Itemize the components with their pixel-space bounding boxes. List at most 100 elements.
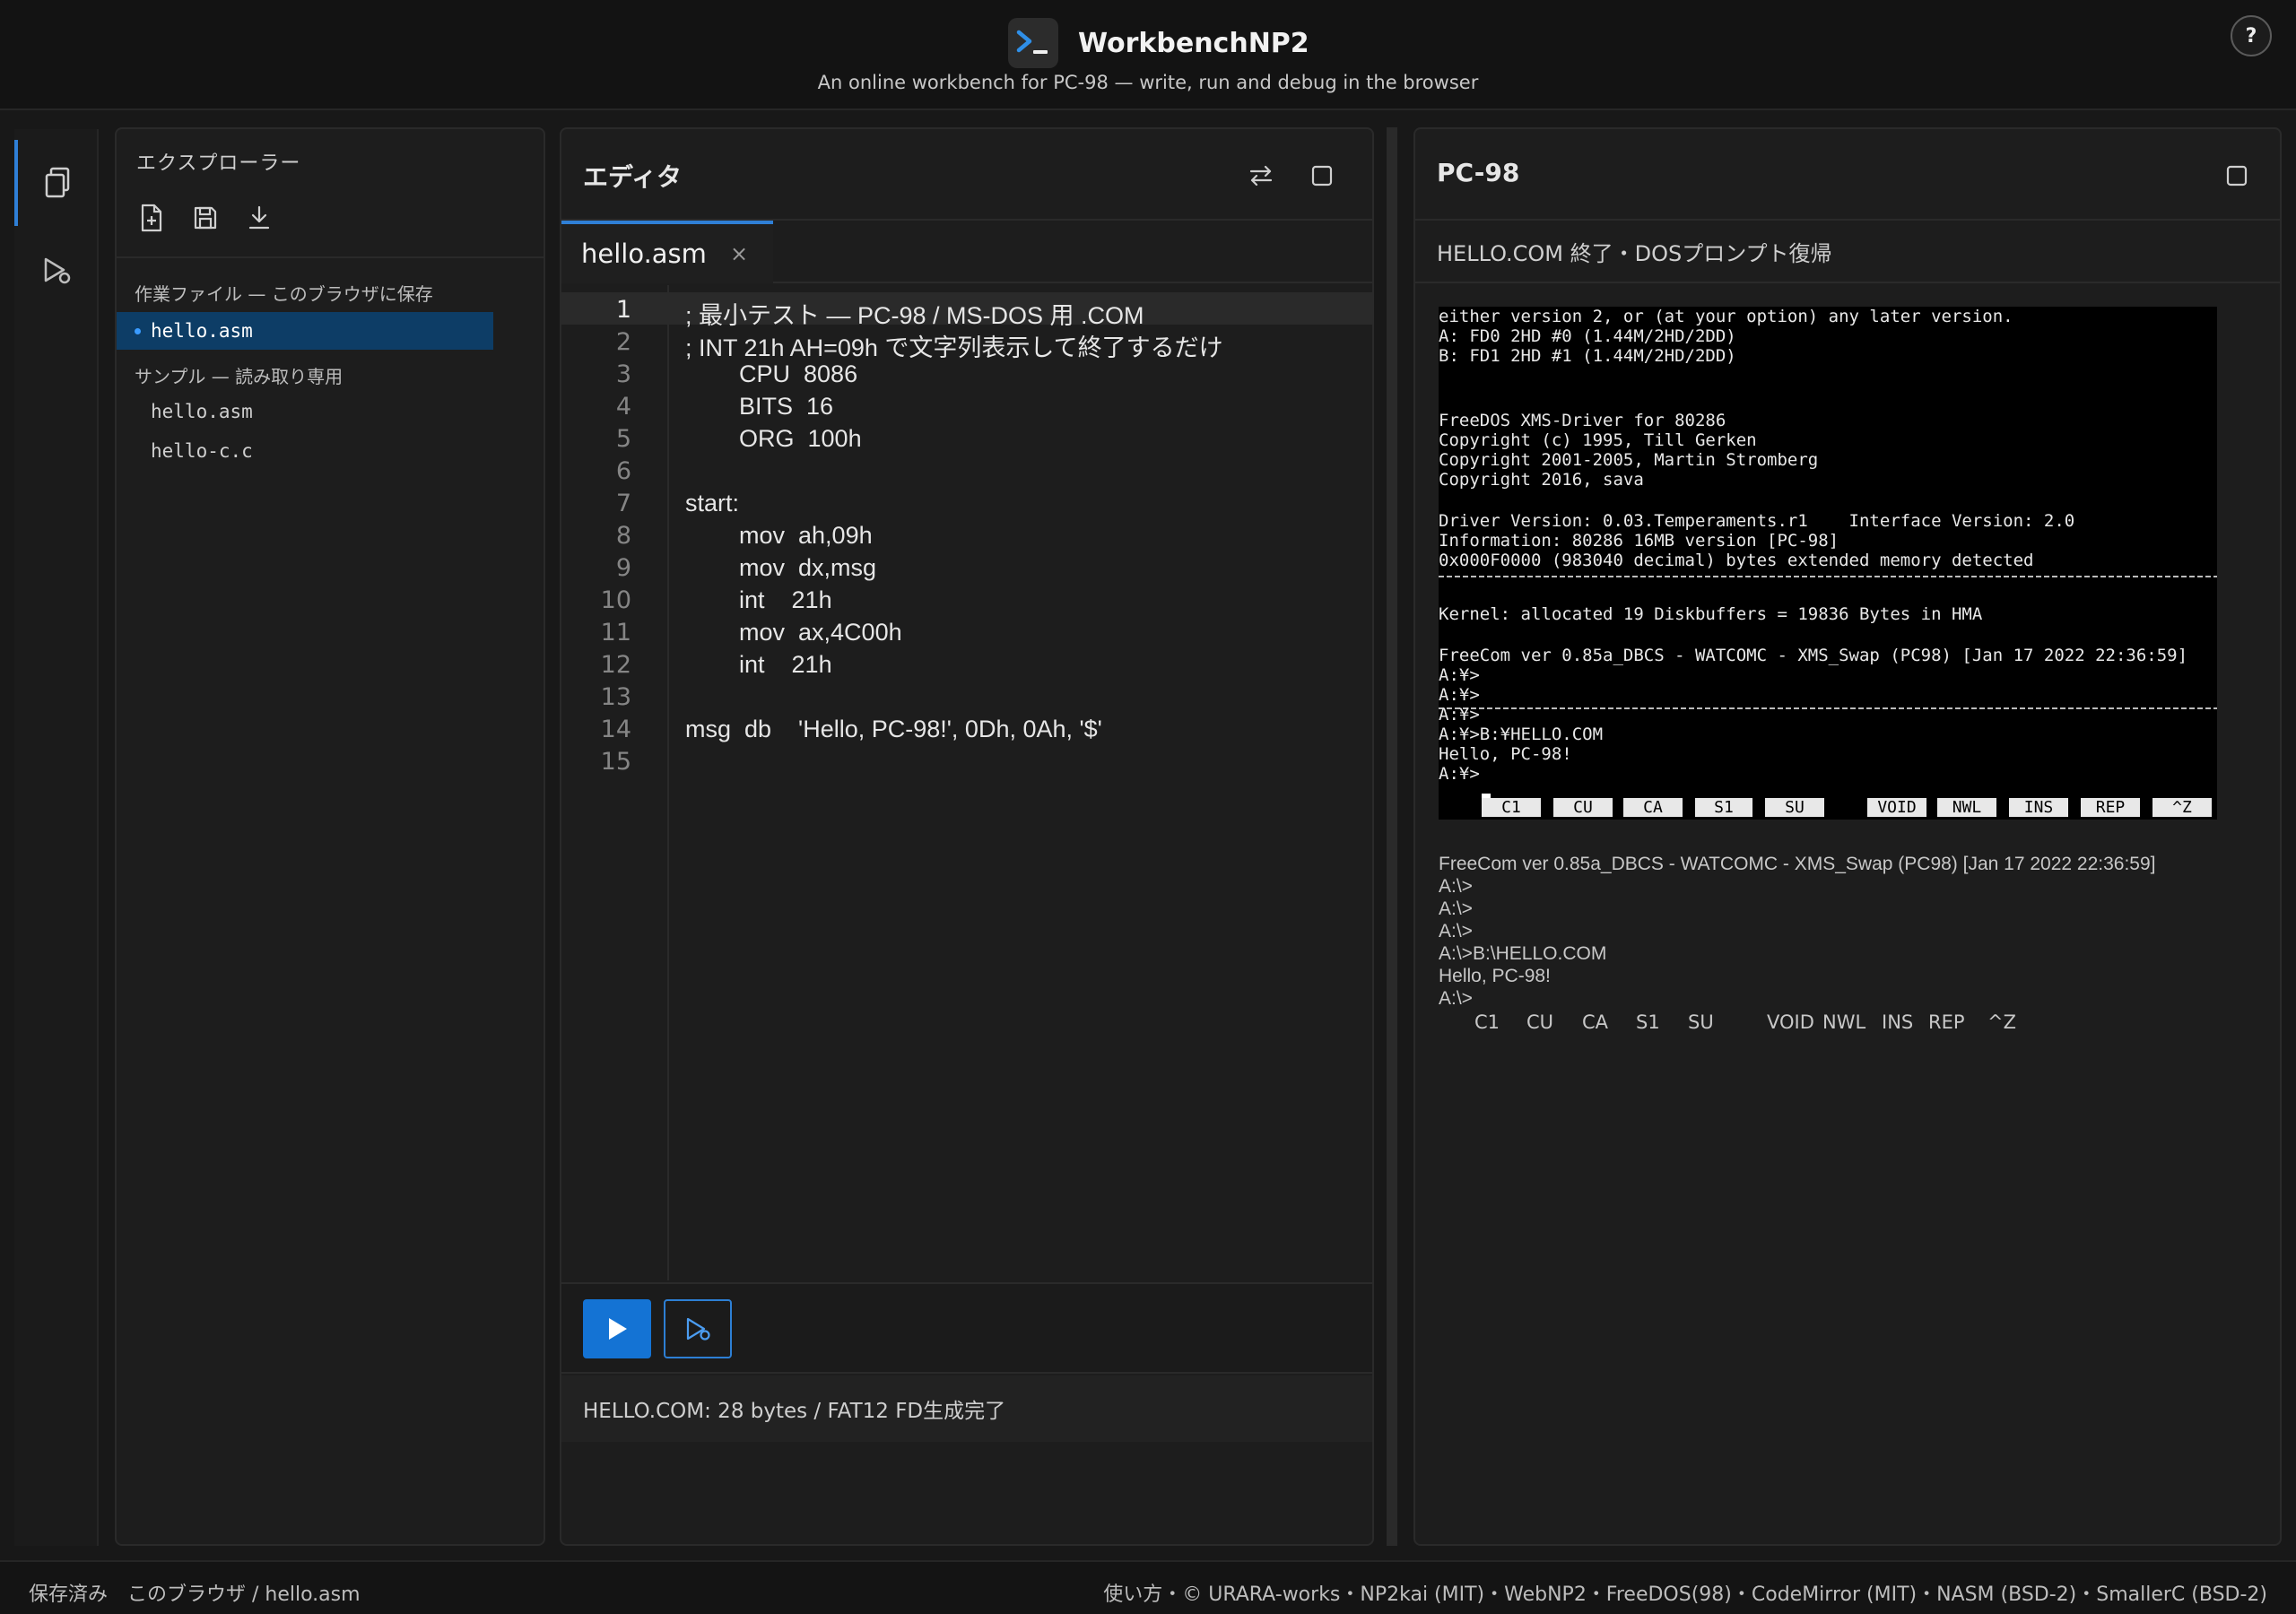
pc98-title: PC-98 — [1437, 158, 1520, 187]
screen-line: A:¥> — [1439, 685, 1480, 705]
screen-line: FreeDOS XMS-Driver for 80286 — [1439, 411, 1726, 430]
run-button[interactable] — [583, 1299, 651, 1358]
line-number: 4 — [615, 393, 631, 421]
code-line: mov ah,09h — [685, 522, 873, 549]
sample-files-heading: サンプル — 読み取り専用 — [135, 366, 344, 387]
screen-rule — [1439, 576, 2217, 577]
save-file-button[interactable] — [190, 203, 221, 233]
explorer-divider — [117, 256, 545, 258]
brand: WorkbenchNP2 — [1008, 18, 1309, 68]
new-file-button[interactable] — [136, 203, 167, 233]
status-bar: 保存済み このブラウザ / hello.asm 使い方・© URARA-work… — [0, 1560, 2296, 1614]
app-header: WorkbenchNP2 An online workbench for PC-… — [0, 0, 2296, 110]
function-key-label: SU — [1765, 798, 1824, 817]
tab-close-icon[interactable]: × — [730, 241, 748, 266]
log-fkey-label: SU — [1688, 1011, 1714, 1033]
pc98-screen[interactable]: either version 2, or (at your option) an… — [1439, 307, 2217, 820]
explorer-panel: エクスプローラー 作業ファイル — このブラウザに保存 hello.asm サン… — [115, 127, 545, 1546]
screen-line: A: FD0 2HD #0 (1.44M/2HD/2DD) — [1439, 326, 1736, 346]
screen-line: 0x000F0000 (983040 decimal) bytes extend… — [1439, 551, 2034, 570]
code-line: int 21h — [685, 651, 832, 678]
screen-line: A:¥> — [1439, 665, 1480, 685]
line-number: 7 — [615, 490, 631, 517]
line-number: 15 — [600, 748, 631, 776]
code-editor[interactable]: ; 最小テスト — PC-98 / MS-DOS 用 .COM ; INT 21h… — [669, 285, 1372, 1280]
screen-line: Driver Version: 0.03.Temperaments.r1 Int… — [1439, 511, 2075, 531]
maximize-icon — [2226, 165, 2248, 187]
screen-line: Copyright 2016, sava — [1439, 470, 1644, 490]
screen-line: A:¥> — [1439, 705, 1480, 725]
log-line: A:\> — [1439, 921, 1473, 941]
files-icon — [45, 167, 70, 198]
maximize-icon — [1311, 165, 1333, 187]
code-line: mov dx,msg — [685, 554, 877, 581]
code-line: ; 最小テスト — PC-98 / MS-DOS 用 .COM — [685, 302, 1144, 329]
help-button[interactable]: ? — [2231, 15, 2272, 56]
save-state: 保存済み このブラウザ / hello.asm — [29, 1584, 361, 1606]
code-line: msg db 'Hello, PC-98!', 0Dh, 0Ah, '$' — [685, 716, 1102, 742]
line-number: 2 — [615, 328, 631, 356]
log-fkey-label: ^Z — [1987, 1011, 2016, 1033]
log-line: FreeCom ver 0.85a_DBCS - WATCOMC - XMS_S… — [1439, 854, 2156, 874]
line-number-gutter: 1 2 3 4 5 6 7 8 9 10 11 12 13 14 15 — [561, 285, 669, 1280]
build-status: HELLO.COM: 28 bytes / FAT12 FD生成完了 — [561, 1375, 1372, 1442]
run-toolbar — [561, 1282, 1372, 1374]
code-line: ORG 100h — [685, 425, 862, 452]
screen-rule — [1439, 707, 2217, 709]
function-key-label: S1 — [1695, 798, 1752, 817]
screen-line: Information: 80286 16MB version [PC-98] — [1439, 531, 1839, 551]
maximize-editor-button[interactable] — [1304, 158, 1340, 194]
log-line: A:\> — [1439, 898, 1473, 919]
line-number: 5 — [615, 425, 631, 453]
credits[interactable]: 使い方・© URARA-works・NP2kai (MIT)・WebNP2・Fr… — [1103, 1578, 2267, 1607]
code-line: int 21h — [685, 586, 832, 613]
function-key-label: C1 — [1482, 798, 1541, 817]
tab-label: hello.asm — [581, 239, 707, 269]
maximize-pc98-button[interactable] — [2219, 158, 2255, 194]
code-line: BITS 16 — [685, 393, 834, 420]
line-number: 12 — [600, 651, 631, 679]
run-debug-view-button[interactable] — [14, 228, 99, 314]
log-fkey-label: REP — [1928, 1011, 1965, 1033]
tab-hello-asm[interactable]: hello.asm × — [561, 221, 773, 283]
download-button[interactable] — [244, 203, 274, 233]
sample-file-hello-asm[interactable]: hello.asm — [117, 393, 493, 430]
screen-line: A:¥> — [1439, 764, 1480, 784]
save-icon — [194, 206, 217, 230]
line-number: 10 — [600, 586, 631, 614]
screen-line: FreeCom ver 0.85a_DBCS - WATCOMC - XMS_S… — [1439, 646, 2188, 665]
sample-file-hello-c[interactable]: hello-c.c — [117, 432, 493, 470]
download-icon — [248, 205, 270, 230]
panel-splitter[interactable] — [1387, 127, 1397, 1546]
line-number: 8 — [615, 522, 631, 550]
new-file-icon — [141, 204, 162, 232]
line-number: 11 — [600, 619, 631, 646]
code-line: CPU 8086 — [685, 360, 858, 387]
screen-line: B: FD1 2HD #1 (1.44M/2HD/2DD) — [1439, 346, 1736, 366]
explorer-view-button[interactable] — [14, 140, 99, 226]
activity-bar — [14, 129, 99, 1546]
log-fkey-label: C1 — [1474, 1011, 1500, 1033]
code-line: ; INT 21h AH=09h で文字列表示して終了するだけ — [685, 334, 1223, 361]
log-line: A:\> — [1439, 876, 1473, 897]
emulator-status: HELLO.COM 終了・DOSプロンプト復帰 — [1415, 219, 2280, 283]
function-key-label: CU — [1553, 798, 1613, 817]
code-line: mov ax,4C00h — [685, 619, 902, 646]
pc98-panel: PC-98 HELLO.COM 終了・DOSプロンプト復帰 either ver… — [1413, 127, 2282, 1546]
run-debug-icon — [686, 1317, 710, 1341]
explorer-title: エクスプローラー — [136, 152, 301, 175]
swap-layout-button[interactable] — [1243, 158, 1279, 194]
screen-line: Hello, PC-98! — [1439, 744, 1572, 764]
code-line: start: — [685, 490, 740, 516]
debug-button[interactable] — [664, 1299, 732, 1358]
app-title: WorkbenchNP2 — [1078, 27, 1309, 59]
line-number: 14 — [600, 716, 631, 743]
line-number: 9 — [615, 554, 631, 582]
editor-tab-bar: hello.asm × — [561, 219, 1372, 283]
app-subtitle: An online workbench for PC-98 — write, r… — [817, 72, 1479, 93]
screen-line: A:¥>B:¥HELLO.COM — [1439, 725, 1604, 744]
line-number: 1 — [615, 296, 631, 324]
log-fkey-label: CA — [1582, 1011, 1609, 1033]
work-file-hello-asm[interactable]: hello.asm — [117, 312, 493, 350]
log-fkey-label: S1 — [1636, 1011, 1660, 1033]
